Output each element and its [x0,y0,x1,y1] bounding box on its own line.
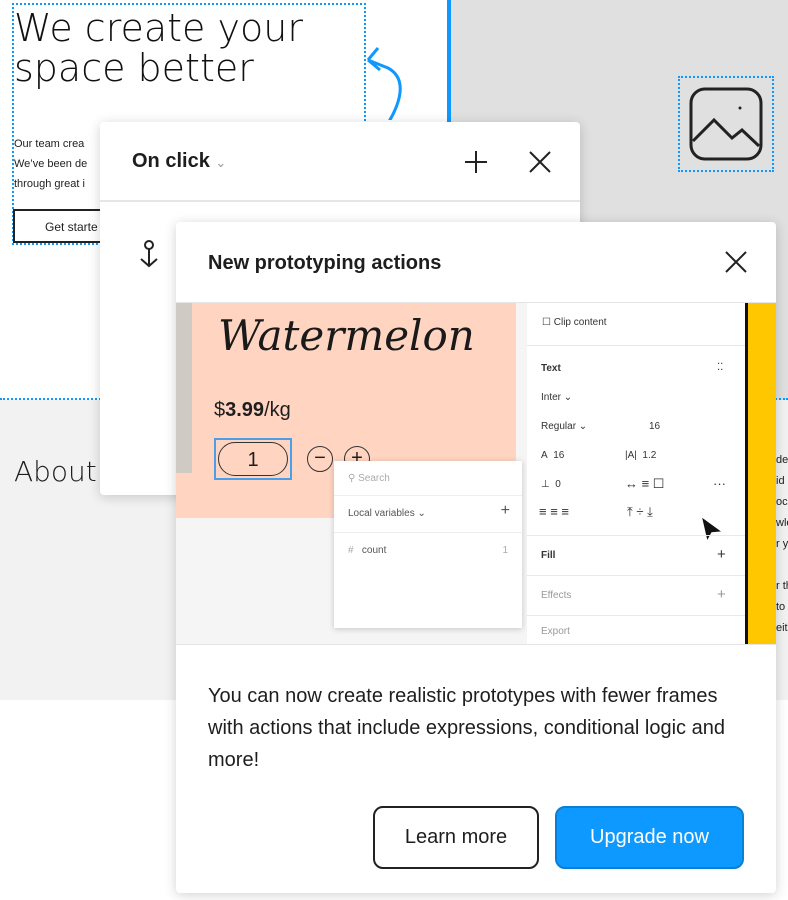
product-name: Watermelon [218,311,475,360]
line-height-value: 16 [553,450,565,461]
quantity-field: 1 [214,438,292,480]
quantity-value: 1 [218,442,288,476]
announcement-modal: New prototyping actions Watermelon $3.99… [176,222,776,893]
variables-section: Local variables ⌄ + [334,496,522,533]
plus-icon: + [500,502,510,519]
variable-value: 1 [502,545,508,556]
text-line: id [776,475,785,487]
weight-value: Regular [541,421,577,432]
design-panel: ☐ Clip content Text ⁚⁚ Inter ⌄ Regular ⌄… [527,303,745,644]
section-label: Local variables [348,508,415,519]
product-price: $3.99/kg [214,399,291,422]
text-section: Text ⁚⁚ Inter ⌄ Regular ⌄ 16 A 16 |A| 1.… [527,345,745,544]
text-align-icons: ≡ ≡ ≡ [539,504,569,519]
minus-icon: − [307,446,333,472]
trigger-label: On click [132,150,210,172]
clip-content-checkbox: ☐ Clip content [542,317,607,328]
product-photo [176,303,192,473]
yellow-frame [748,303,776,644]
feature-preview-image: Watermelon $3.99/kg 1 − + ⚲ Search Local… [176,302,776,645]
popover-header: On click ⌄ [100,122,580,202]
styles-icon: ⁚⁚ [717,362,724,373]
plus-icon: + [717,586,726,603]
search-icon: ⚲ [348,473,356,484]
text-line: to [776,601,786,613]
section-title: Export [541,626,570,637]
paragraph-spacing: ⊥ 0 [541,479,561,490]
font-weight: Regular ⌄ [541,421,588,432]
prototype-connection-arrow-icon [366,47,402,120]
text-line: oc [776,496,788,508]
close-icon[interactable] [528,150,552,174]
section-title: Effects [541,590,572,601]
number-icon: # [348,545,354,556]
paragraph-value: 0 [555,479,561,490]
more-icon: ··· [713,476,726,491]
image-icon [689,87,763,161]
close-icon[interactable] [724,250,748,274]
text-line: wle [776,517,788,529]
font-size: 16 [649,421,661,432]
vertical-align-icons: ⤒ ÷ ⤓ [627,504,653,519]
letter-spacing: |A| 1.2 [625,450,657,461]
text-line: eiti [776,622,788,634]
variable-name: count [361,545,387,556]
about-heading: About [14,455,97,488]
text-line: r y [776,538,788,550]
search-placeholder: Search [358,473,390,484]
effects-section: Effects + [527,575,745,615]
letter-spacing-value: 1.2 [642,450,657,461]
variables-search: ⚲ Search [334,461,522,496]
font-value: Inter [541,392,562,403]
anchor-icon [140,240,158,268]
fill-section: Fill + [527,535,745,575]
learn-more-button[interactable]: Learn more [373,806,539,869]
price-value: 3.99 [225,399,265,421]
chevron-down-icon: ⌄ [215,155,227,170]
variables-popup: ⚲ Search Local variables ⌄ + # count 1 [334,461,522,628]
text-line: r th [776,580,788,592]
line-height: A 16 [541,450,565,461]
currency: $ [214,399,226,421]
modal-title: New prototyping actions [208,252,442,274]
hero-title: We create your space better [14,6,303,90]
price-unit: /kg [264,399,291,421]
trigger-dropdown[interactable]: On click ⌄ [132,150,226,173]
section-title: Text [541,363,561,374]
text-line: des [776,454,788,466]
section-title: Fill [541,550,556,561]
image-placeholder[interactable] [678,76,774,172]
clip-label: Clip content [553,317,607,328]
modal-description: You can now create realistic prototypes … [208,685,725,771]
plus-icon: + [717,546,726,563]
font-family: Inter ⌄ [541,392,573,403]
about-body: des id oc wle r y r th to eiti [776,450,788,639]
export-section: Export [527,615,745,644]
plus-icon[interactable] [464,150,488,174]
upgrade-now-button[interactable]: Upgrade now [555,806,744,869]
text-resize-icons: ↔ ≡ ☐ [625,476,665,491]
variable-row: # count 1 [334,533,522,568]
text-line [776,555,788,576]
